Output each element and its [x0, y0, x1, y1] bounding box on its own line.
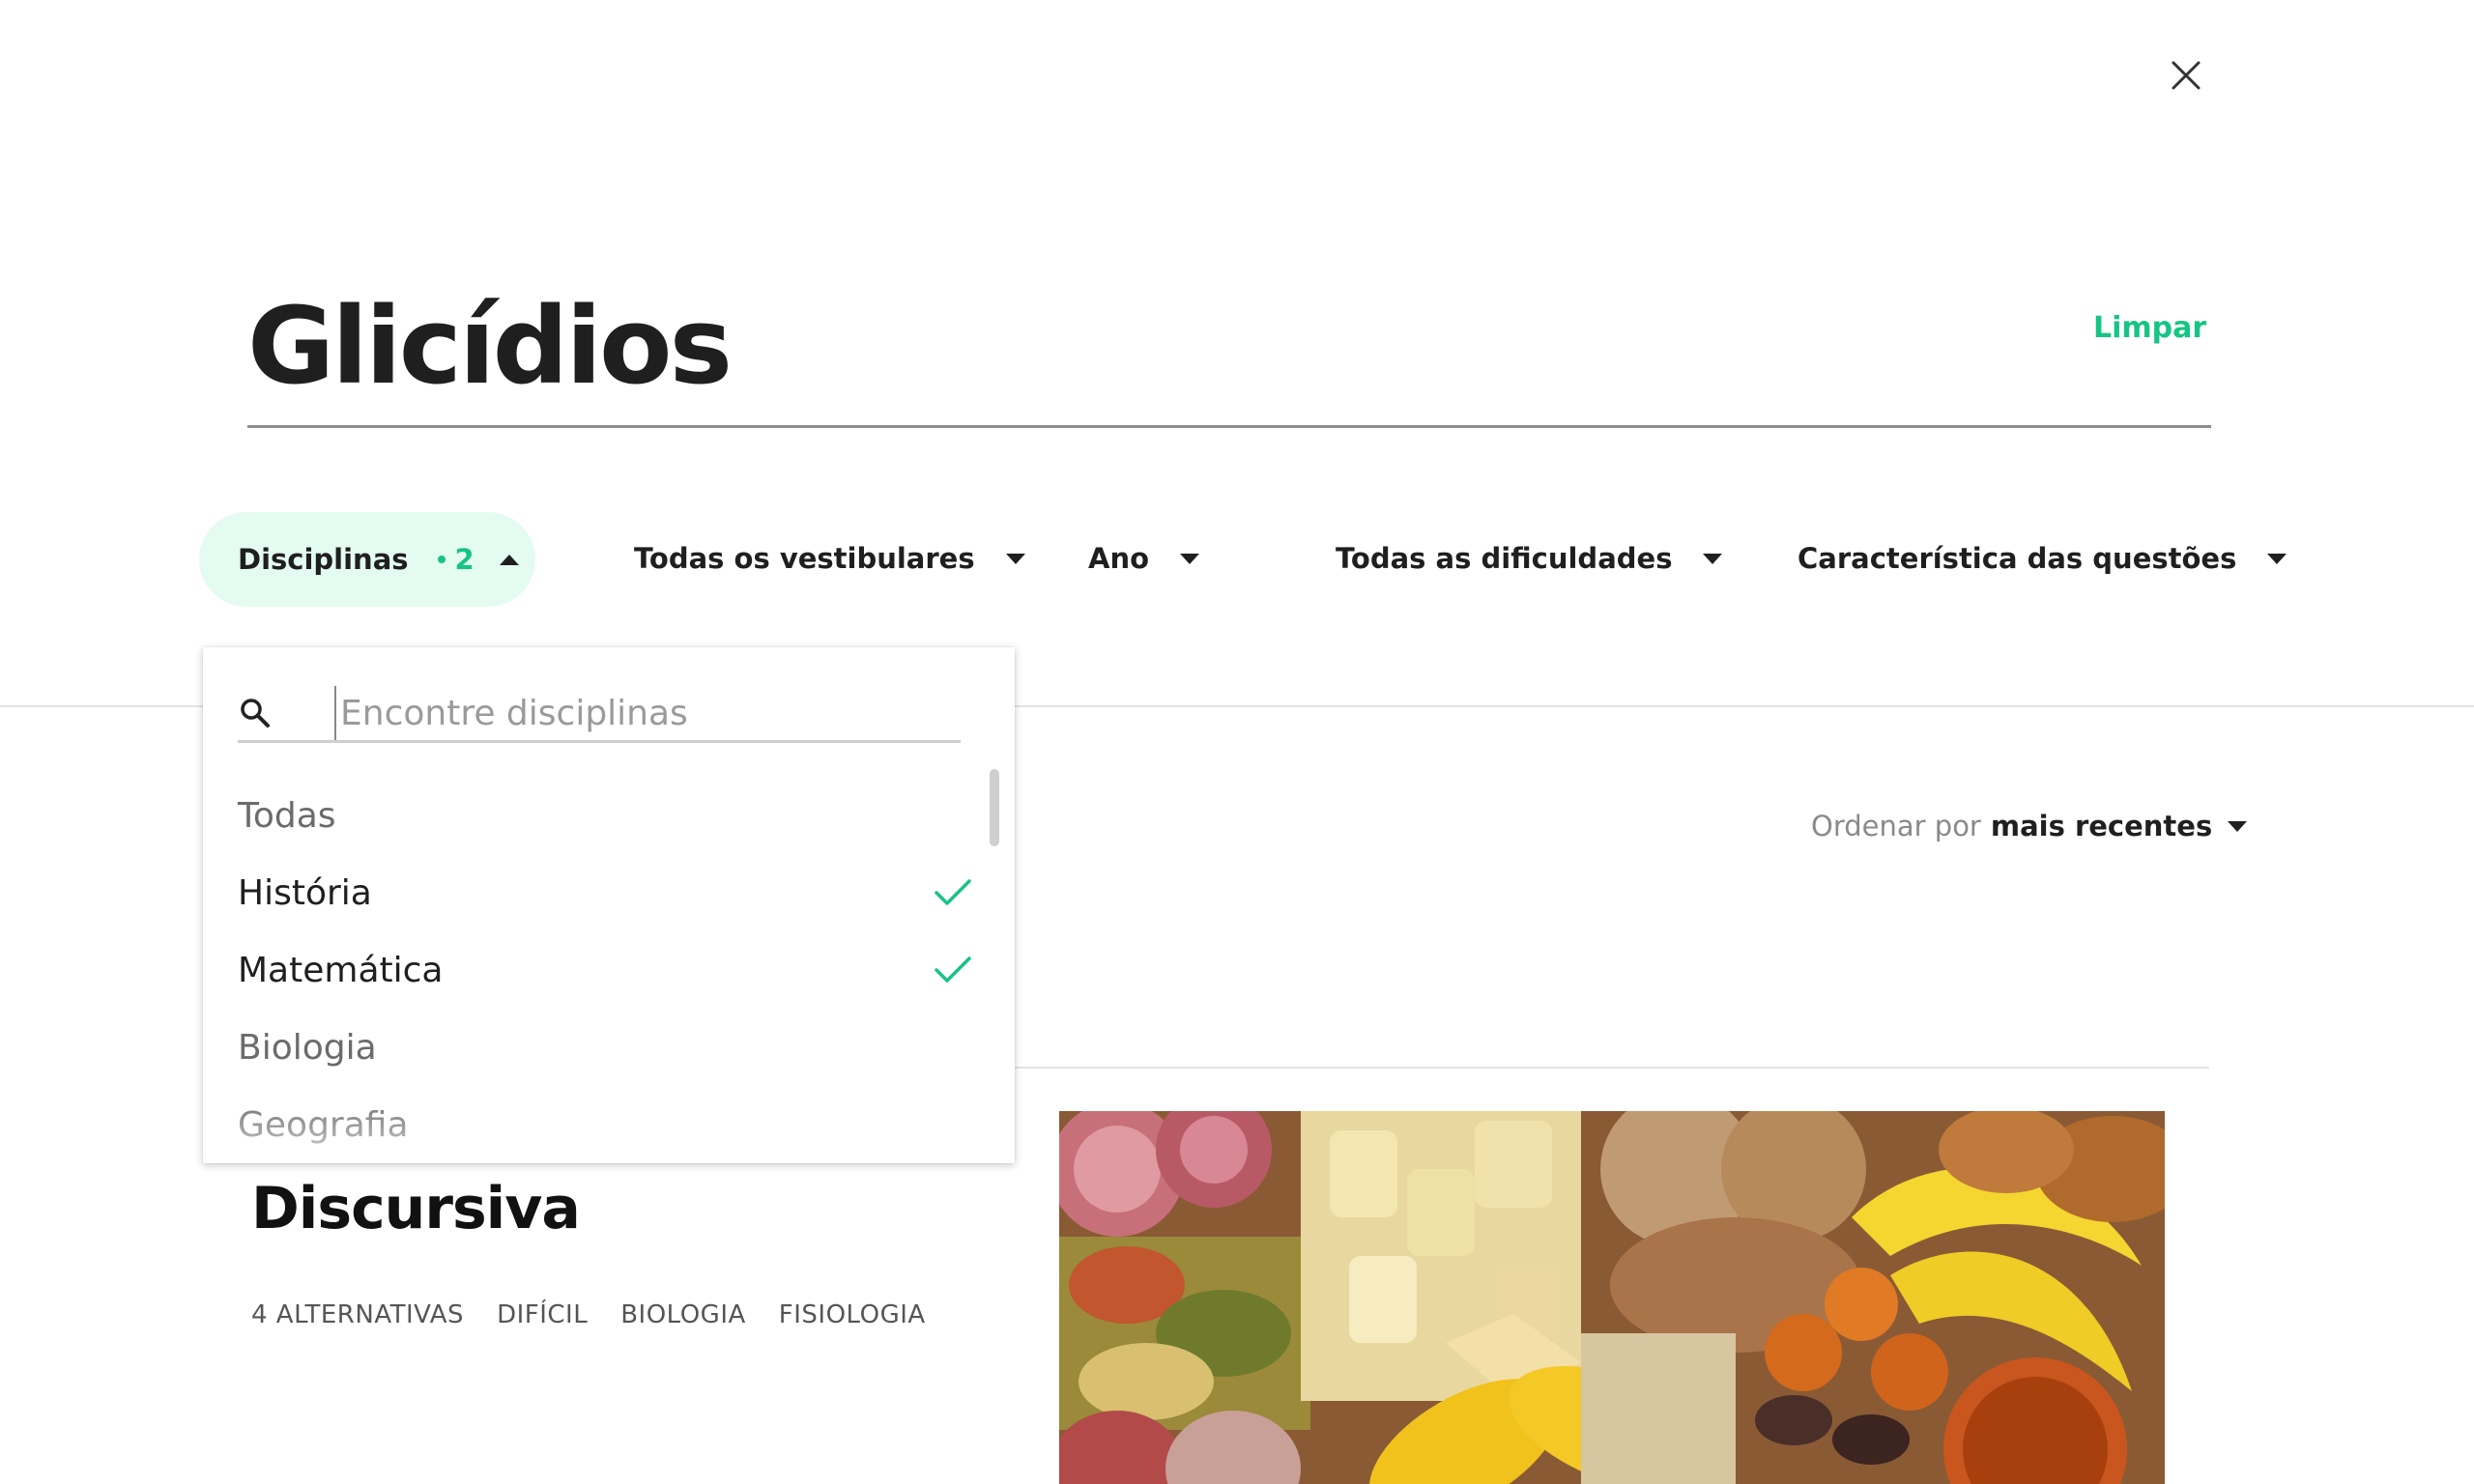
title-underline [247, 425, 2211, 428]
caret-down-icon [2228, 820, 2248, 832]
sort-prefix: Ordenar por [1811, 810, 1981, 842]
option-label: Biologia [238, 1027, 377, 1068]
discipline-option-biologia[interactable]: Biologia [238, 1009, 972, 1086]
option-label: História [238, 872, 372, 913]
search-icon [241, 699, 270, 728]
tag: 4 ALTERNATIVAS [251, 1300, 465, 1329]
caret-down-icon [1180, 553, 1200, 564]
discipline-search-input[interactable] [334, 686, 992, 740]
filter-exams[interactable]: Todas os vestibulares [634, 539, 1025, 578]
dropdown-scrollbar[interactable] [990, 769, 999, 846]
caret-down-icon [1005, 553, 1025, 564]
question-tags: 4 ALTERNATIVAS DIFÍCIL BIOLOGIA FISIOLOG… [251, 1300, 926, 1329]
filter-difficulty[interactable]: Todas as dificuldades [1336, 539, 1723, 578]
filter-year[interactable]: Ano [1088, 539, 1200, 578]
caret-down-icon [2267, 553, 2287, 564]
filter-disciplines-label: Disciplinas [238, 543, 409, 576]
caret-down-icon [1703, 553, 1723, 564]
close-icon [2172, 61, 2201, 90]
filter-characteristics[interactable]: Característica das questões [1798, 539, 2287, 578]
filter-disciplines[interactable]: Disciplinas 2 [199, 512, 535, 607]
carbohydrates-food-image [1059, 1111, 2165, 1484]
content-divider [1015, 1067, 2209, 1069]
filter-page: Glicídios Limpar Disciplinas 2 Todas os … [0, 0, 2474, 1484]
caret-up-icon [499, 554, 519, 565]
search-underline [238, 740, 961, 743]
tag: BIOLOGIA [620, 1300, 746, 1329]
sort-control[interactable]: Ordenar por mais recentes [1811, 810, 2248, 842]
close-button[interactable] [2169, 58, 2203, 93]
option-label: Geografia [238, 1104, 409, 1145]
page-title: Glicídios [247, 284, 733, 408]
question-type-title: Discursiva [251, 1175, 581, 1242]
filter-characteristics-label: Característica das questões [1798, 542, 2237, 575]
clear-button[interactable]: Limpar [2093, 311, 2206, 345]
check-icon [935, 879, 971, 905]
tag: DIFÍCIL [497, 1300, 589, 1329]
option-label: Matemática [238, 950, 444, 990]
discipline-option-todas[interactable]: Todas [238, 777, 972, 854]
filter-disciplines-count: 2 [454, 543, 475, 576]
tag: FISIOLOGIA [778, 1300, 926, 1329]
check-icon [935, 956, 971, 983]
count-dot [437, 556, 446, 563]
sort-value[interactable]: mais recentes [1991, 810, 2212, 842]
discipline-option-matematica[interactable]: Matemática [238, 931, 972, 1009]
discipline-option-geografia[interactable]: Geografia [238, 1086, 972, 1163]
filter-year-label: Ano [1088, 542, 1150, 575]
disciplines-dropdown: Todas História Matemática Biologia Geogr… [203, 647, 1015, 1163]
filter-exams-label: Todas os vestibulares [634, 542, 975, 575]
discipline-options: Todas História Matemática Biologia Geogr… [238, 777, 972, 1163]
option-label: Todas [238, 795, 336, 836]
discipline-option-historia[interactable]: História [238, 854, 972, 931]
filter-difficulty-label: Todas as dificuldades [1336, 542, 1673, 575]
